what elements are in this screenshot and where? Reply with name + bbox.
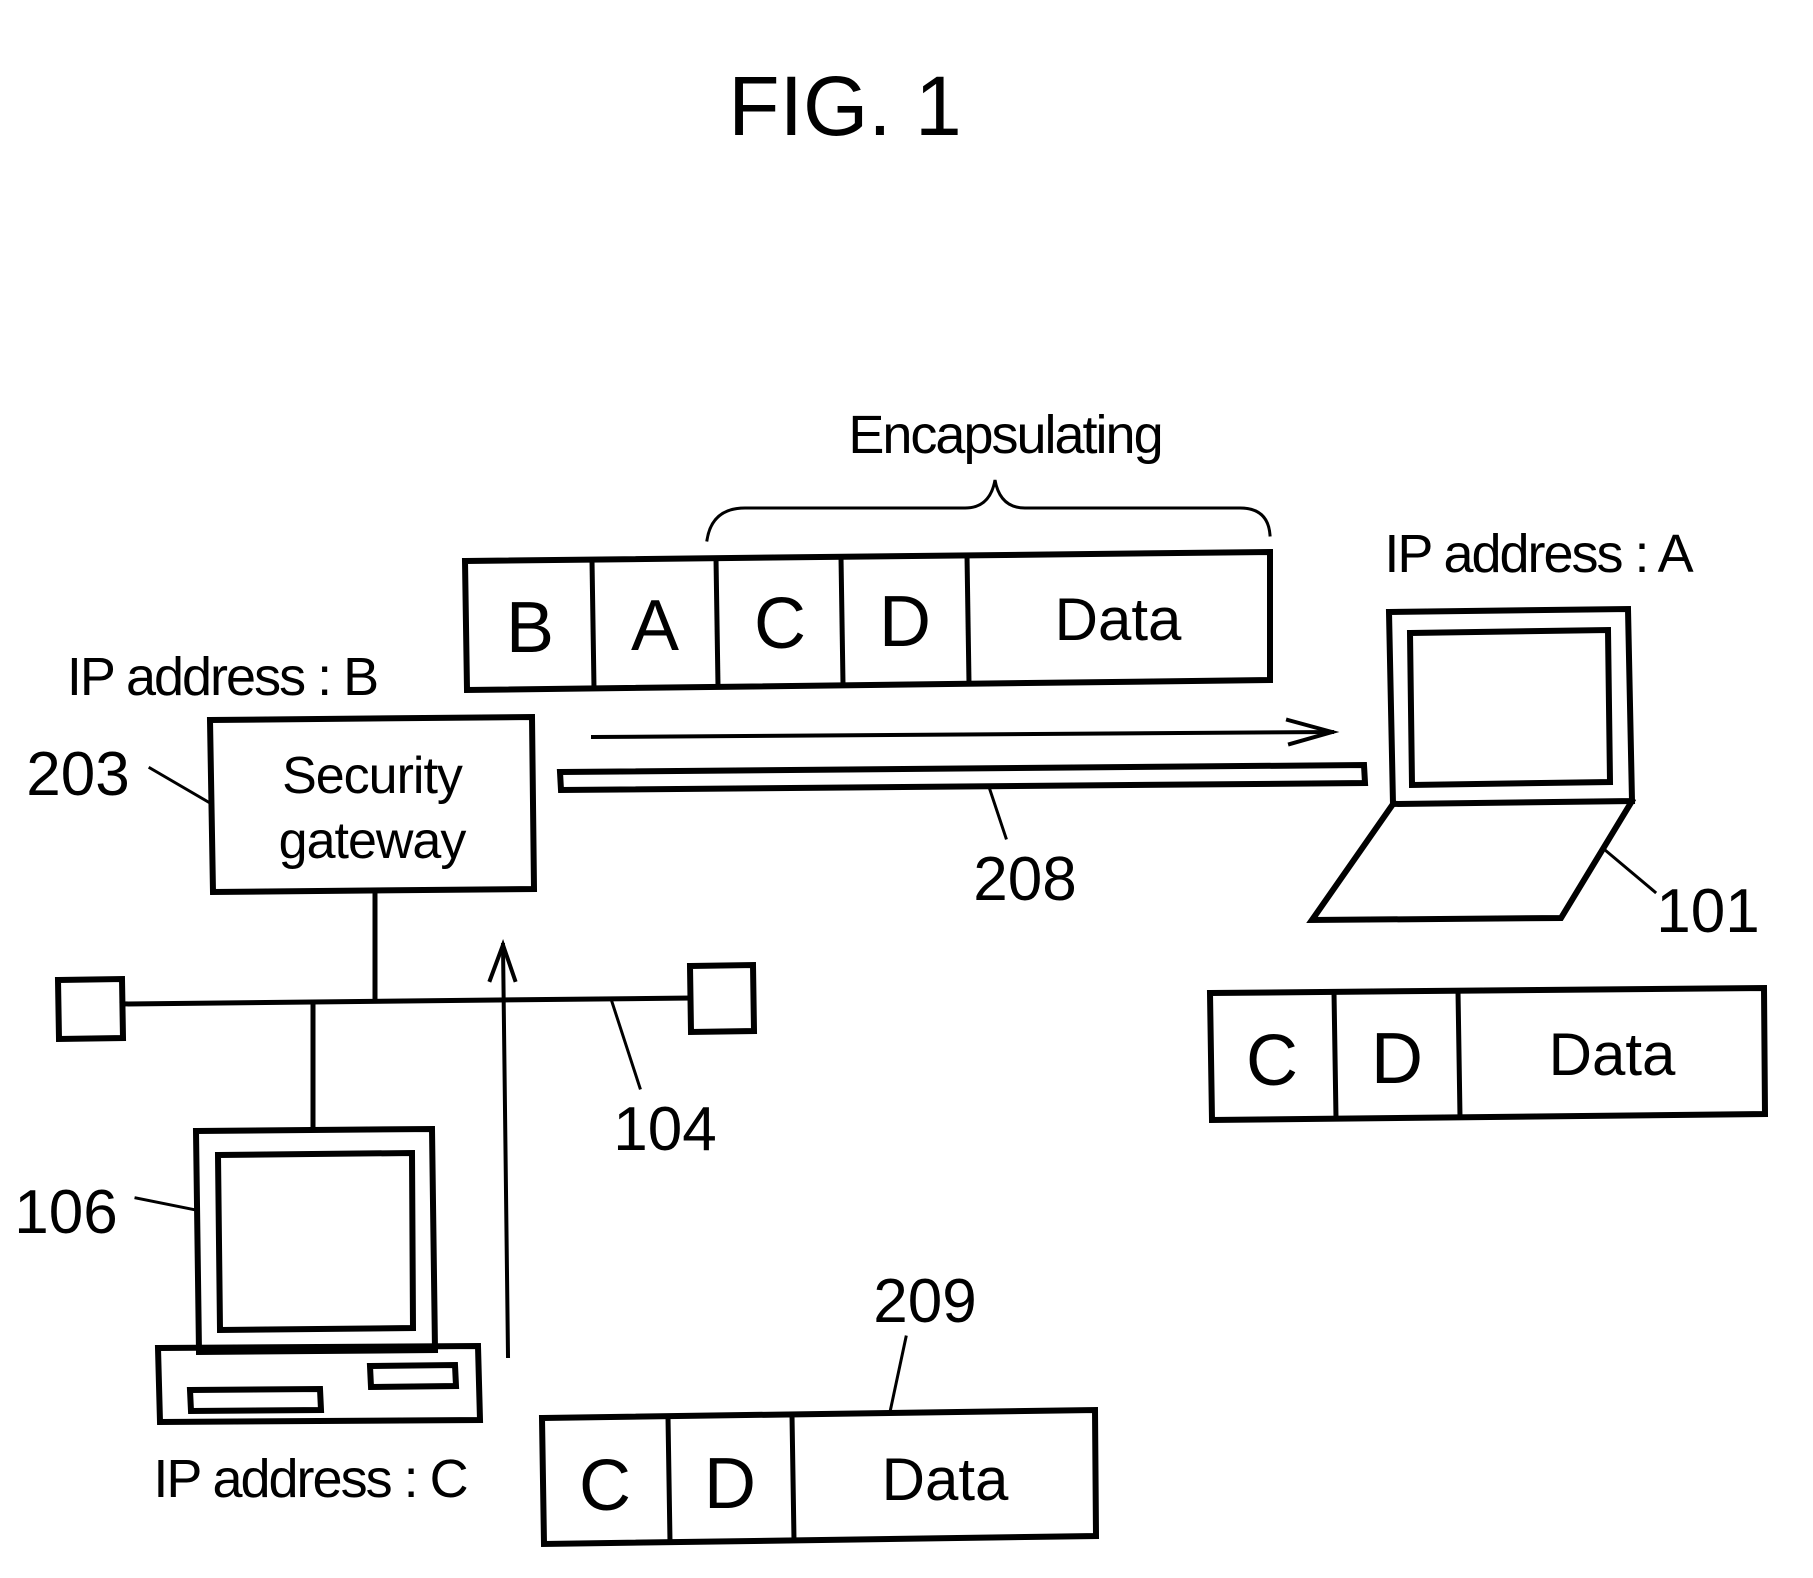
ref-106: 106 — [14, 1178, 117, 1247]
ref-104-leader — [610, 1000, 642, 1090]
lan-node-left — [54, 975, 127, 1043]
vpn-tunnel — [556, 761, 1369, 794]
laptop-packet: C D Data — [1206, 984, 1769, 1124]
ref-101-leader — [1602, 847, 1658, 895]
packet-cell-c: C — [754, 584, 806, 664]
ref-208-leader — [988, 788, 1008, 840]
encapsulated-packet: B A C D Data — [461, 548, 1273, 694]
lan-bus — [54, 889, 758, 1130]
encapsulating-brace — [705, 479, 1272, 542]
security-gateway: Security gateway — [206, 713, 538, 896]
packet-cell-b: B — [506, 588, 554, 668]
laptop-packet-cell-c: C — [1246, 1021, 1298, 1101]
lan-node-right — [686, 961, 758, 1036]
packet-cell-a: A — [631, 586, 679, 666]
gateway-label-line1: Security — [282, 747, 463, 805]
forward-arrow — [590, 717, 1340, 747]
ref-101: 101 — [1656, 877, 1759, 946]
ref-106-leader — [134, 1196, 198, 1212]
gateway-ip-label: IP address : B — [67, 647, 377, 707]
upward-arrow — [487, 939, 518, 1359]
ref-203-leader — [147, 765, 213, 806]
gateway-label-line2: gateway — [279, 812, 467, 870]
laptop-packet-cell-d: D — [1371, 1019, 1423, 1099]
ref-104: 104 — [613, 1095, 716, 1164]
ref-209: 209 — [873, 1267, 976, 1336]
figure-title: FIG. 1 — [728, 59, 961, 153]
laptop-ip-label: IP address : A — [1384, 524, 1693, 584]
ref-209-leader — [888, 1335, 908, 1414]
packet-cell-data: Data — [1055, 586, 1182, 653]
desktop-ip-label: IP address : C — [153, 1449, 466, 1509]
laptop-packet-cell-data: Data — [1549, 1021, 1676, 1088]
original-packet-cell-data: Data — [882, 1446, 1009, 1513]
packet-cell-d: D — [879, 582, 931, 662]
original-packet: C D Data — [538, 1406, 1100, 1548]
ref-203: 203 — [26, 740, 129, 809]
patent-figure: FIG. 1 Encapsulating B A C D Data IP add… — [14, 59, 1769, 1548]
original-packet-cell-c: C — [579, 1446, 631, 1526]
ref-208: 208 — [973, 845, 1076, 914]
encapsulating-label: Encapsulating — [848, 405, 1161, 465]
original-packet-cell-d: D — [704, 1444, 756, 1524]
desktop-computer-icon — [154, 1125, 484, 1426]
